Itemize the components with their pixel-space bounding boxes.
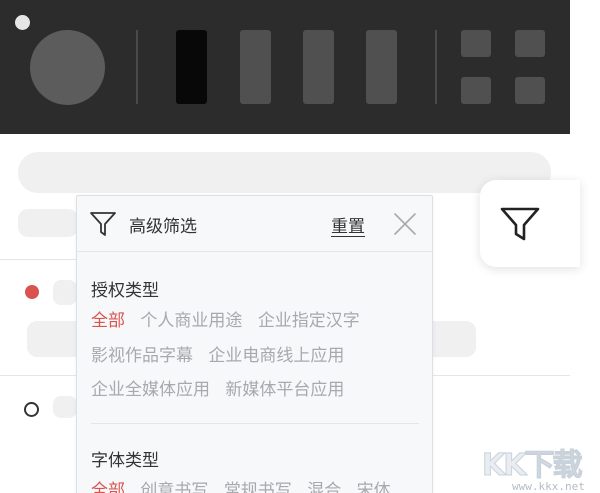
- option-new-media[interactable]: 新媒体平台应用: [225, 373, 344, 408]
- advanced-filter-panel: 高级筛选 重置 授权类型 全部 个人商业用途 企业指定汉字 影视作品字幕 企业电…: [76, 195, 433, 493]
- reset-button[interactable]: 重置: [331, 212, 365, 237]
- section-divider: [91, 423, 419, 424]
- option-regular-writing[interactable]: 常规书写: [224, 474, 292, 493]
- content-placeholder: [18, 209, 78, 237]
- filter-button[interactable]: [480, 180, 580, 267]
- toolbar-option-2[interactable]: [240, 30, 271, 104]
- top-toolbar: [0, 0, 570, 134]
- list-item-placeholder: [53, 396, 77, 418]
- font-type-options: 全部 创意书写 常规书写 混合 宋体: [91, 474, 421, 493]
- option-film-subtitles[interactable]: 影视作品字幕: [91, 339, 193, 374]
- filter-icon: [500, 207, 540, 240]
- status-dot: [15, 15, 30, 30]
- option-mixed[interactable]: 混合: [307, 474, 341, 493]
- option-all[interactable]: 全部: [91, 474, 125, 493]
- grid-cell[interactable]: [515, 30, 545, 57]
- option-songti[interactable]: 宋体: [357, 474, 391, 493]
- option-personal-commercial[interactable]: 个人商业用途: [140, 304, 242, 339]
- toolbar-divider: [435, 30, 437, 104]
- grid-cell[interactable]: [515, 77, 545, 104]
- option-ecommerce[interactable]: 企业电商线上应用: [208, 339, 344, 374]
- license-options: 全部 个人商业用途 企业指定汉字 影视作品字幕 企业电商线上应用 企业全媒体应用…: [91, 304, 421, 408]
- panel-title: 高级筛选: [129, 217, 197, 237]
- option-creative-writing[interactable]: 创意书写: [140, 474, 208, 493]
- list-divider: [0, 259, 76, 260]
- filter-icon: [89, 210, 117, 242]
- section-title-font-type: 字体类型: [91, 451, 159, 471]
- option-all[interactable]: 全部: [91, 304, 125, 339]
- watermark-url: www.kkx.net: [512, 480, 585, 493]
- section-title-license: 授权类型: [91, 281, 159, 301]
- watermark-logo: KK下载: [482, 448, 583, 484]
- search-bar-placeholder[interactable]: [18, 152, 551, 193]
- option-enterprise-chars[interactable]: 企业指定汉字: [258, 304, 360, 339]
- round-button[interactable]: [30, 30, 105, 105]
- grid-cell[interactable]: [461, 30, 491, 57]
- toolbar-option-1[interactable]: [176, 30, 207, 104]
- close-icon[interactable]: [393, 212, 417, 240]
- status-dot-ring: [24, 402, 39, 417]
- status-dot-red: [25, 285, 39, 299]
- toolbar-option-4[interactable]: [366, 30, 397, 104]
- list-item-placeholder: [53, 280, 77, 305]
- grid-cell[interactable]: [461, 77, 491, 104]
- panel-header: 高级筛选 重置: [77, 196, 432, 252]
- option-all-media[interactable]: 企业全媒体应用: [91, 373, 210, 408]
- toolbar-divider: [136, 30, 138, 104]
- toolbar-option-3[interactable]: [303, 30, 334, 104]
- watermark: KK下载 www.kkx.net: [480, 440, 600, 493]
